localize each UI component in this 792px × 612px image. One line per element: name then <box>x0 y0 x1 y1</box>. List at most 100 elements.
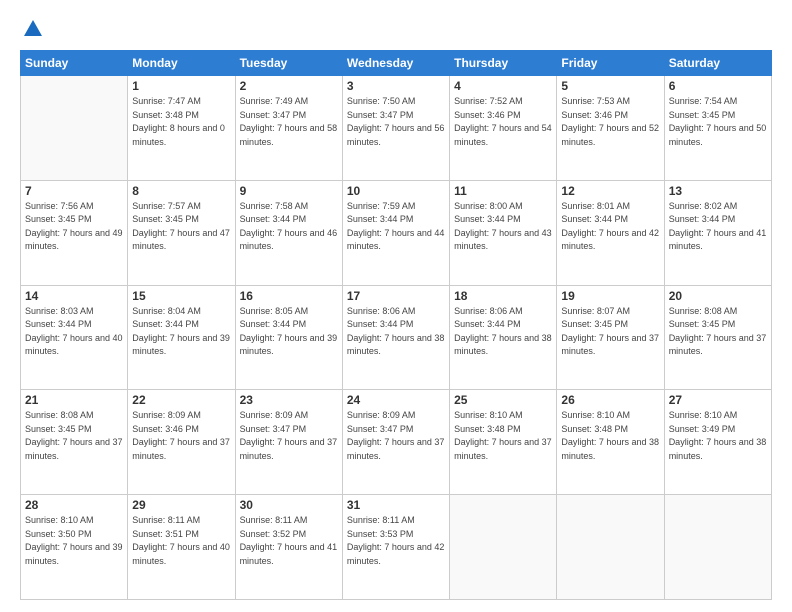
day-info: Sunrise: 8:04 AMSunset: 3:44 PMDaylight:… <box>132 306 230 357</box>
day-number: 14 <box>25 289 123 303</box>
day-info: Sunrise: 8:03 AMSunset: 3:44 PMDaylight:… <box>25 306 123 357</box>
day-cell: 6 Sunrise: 7:54 AMSunset: 3:45 PMDaylight… <box>664 76 771 181</box>
day-info: Sunrise: 7:56 AMSunset: 3:45 PMDaylight:… <box>25 201 123 252</box>
day-number: 23 <box>240 393 338 407</box>
day-info: Sunrise: 8:00 AMSunset: 3:44 PMDaylight:… <box>454 201 552 252</box>
day-number: 1 <box>132 79 230 93</box>
day-info: Sunrise: 7:54 AMSunset: 3:45 PMDaylight:… <box>669 96 767 147</box>
day-cell: 19Sunrise: 8:07 AMSunset: 3:45 PMDayligh… <box>557 285 664 390</box>
day-cell: 9 Sunrise: 7:58 AMSunset: 3:44 PMDaylight… <box>235 180 342 285</box>
day-cell <box>21 76 128 181</box>
day-number: 15 <box>132 289 230 303</box>
day-number: 2 <box>240 79 338 93</box>
day-info: Sunrise: 8:10 AMSunset: 3:48 PMDaylight:… <box>454 410 552 461</box>
day-info: Sunrise: 8:11 AMSunset: 3:52 PMDaylight:… <box>240 515 338 566</box>
day-cell: 29 Sunrise: 8:11 AMSunset: 3:51 PMDayligh… <box>128 495 235 600</box>
day-info: Sunrise: 7:53 AMSunset: 3:46 PMDaylight:… <box>561 96 659 147</box>
day-info: Sunrise: 8:01 AMSunset: 3:44 PMDaylight:… <box>561 201 659 252</box>
day-number: 3 <box>347 79 445 93</box>
day-cell: 27 Sunrise: 8:10 AMSunset: 3:49 PMDayligh… <box>664 390 771 495</box>
col-header-tuesday: Tuesday <box>235 51 342 76</box>
day-cell: 5 Sunrise: 7:53 AMSunset: 3:46 PMDaylight… <box>557 76 664 181</box>
day-number: 12 <box>561 184 659 198</box>
col-header-saturday: Saturday <box>664 51 771 76</box>
day-info: Sunrise: 7:58 AMSunset: 3:44 PMDaylight:… <box>240 201 338 252</box>
day-cell: 25Sunrise: 8:10 AMSunset: 3:48 PMDayligh… <box>450 390 557 495</box>
day-cell: 21Sunrise: 8:08 AMSunset: 3:45 PMDayligh… <box>21 390 128 495</box>
day-cell: 14 Sunrise: 8:03 AMSunset: 3:44 PMDayligh… <box>21 285 128 390</box>
day-info: Sunrise: 8:10 AMSunset: 3:50 PMDaylight:… <box>25 515 123 566</box>
col-header-monday: Monday <box>128 51 235 76</box>
day-number: 11 <box>454 184 552 198</box>
day-info: Sunrise: 8:11 AMSunset: 3:51 PMDaylight:… <box>132 515 230 566</box>
col-header-sunday: Sunday <box>21 51 128 76</box>
day-cell: 24Sunrise: 8:09 AMSunset: 3:47 PMDayligh… <box>342 390 449 495</box>
day-number: 10 <box>347 184 445 198</box>
day-info: Sunrise: 7:50 AMSunset: 3:47 PMDaylight:… <box>347 96 445 147</box>
day-info: Sunrise: 8:06 AMSunset: 3:44 PMDaylight:… <box>454 306 552 357</box>
day-number: 24 <box>347 393 445 407</box>
day-info: Sunrise: 8:07 AMSunset: 3:45 PMDaylight:… <box>561 306 659 357</box>
day-number: 28 <box>25 498 123 512</box>
logo-icon <box>22 18 44 40</box>
day-cell: 18 Sunrise: 8:06 AMSunset: 3:44 PMDayligh… <box>450 285 557 390</box>
day-number: 9 <box>240 184 338 198</box>
header <box>20 18 772 40</box>
calendar-table: SundayMondayTuesdayWednesdayThursdayFrid… <box>20 50 772 600</box>
day-number: 7 <box>25 184 123 198</box>
day-info: Sunrise: 8:09 AMSunset: 3:47 PMDaylight:… <box>240 410 338 461</box>
day-cell: 30Sunrise: 8:11 AMSunset: 3:52 PMDayligh… <box>235 495 342 600</box>
day-cell <box>450 495 557 600</box>
day-number: 17 <box>347 289 445 303</box>
col-header-wednesday: Wednesday <box>342 51 449 76</box>
day-cell: 10 Sunrise: 7:59 AMSunset: 3:44 PMDayligh… <box>342 180 449 285</box>
day-number: 29 <box>132 498 230 512</box>
week-row-1: 1 Sunrise: 7:47 AMSunset: 3:48 PMDaylight… <box>21 76 772 181</box>
day-info: Sunrise: 8:06 AMSunset: 3:44 PMDaylight:… <box>347 306 445 357</box>
day-info: Sunrise: 8:08 AMSunset: 3:45 PMDaylight:… <box>25 410 123 461</box>
day-cell: 4Sunrise: 7:52 AMSunset: 3:46 PMDaylight… <box>450 76 557 181</box>
page: SundayMondayTuesdayWednesdayThursdayFrid… <box>0 0 792 612</box>
day-number: 20 <box>669 289 767 303</box>
day-cell: 28 Sunrise: 8:10 AMSunset: 3:50 PMDayligh… <box>21 495 128 600</box>
day-info: Sunrise: 7:49 AMSunset: 3:47 PMDaylight:… <box>240 96 338 147</box>
week-row-5: 28 Sunrise: 8:10 AMSunset: 3:50 PMDayligh… <box>21 495 772 600</box>
day-cell: 17 Sunrise: 8:06 AMSunset: 3:44 PMDayligh… <box>342 285 449 390</box>
day-cell: 2 Sunrise: 7:49 AMSunset: 3:47 PMDaylight… <box>235 76 342 181</box>
day-number: 5 <box>561 79 659 93</box>
logo <box>20 18 44 40</box>
day-cell: 16 Sunrise: 8:05 AMSunset: 3:44 PMDayligh… <box>235 285 342 390</box>
day-info: Sunrise: 8:10 AMSunset: 3:48 PMDaylight:… <box>561 410 659 461</box>
day-cell: 7 Sunrise: 7:56 AMSunset: 3:45 PMDaylight… <box>21 180 128 285</box>
day-number: 22 <box>132 393 230 407</box>
day-number: 8 <box>132 184 230 198</box>
day-info: Sunrise: 8:11 AMSunset: 3:53 PMDaylight:… <box>347 515 445 566</box>
day-number: 16 <box>240 289 338 303</box>
day-number: 18 <box>454 289 552 303</box>
week-row-4: 21Sunrise: 8:08 AMSunset: 3:45 PMDayligh… <box>21 390 772 495</box>
day-cell: 15 Sunrise: 8:04 AMSunset: 3:44 PMDayligh… <box>128 285 235 390</box>
day-cell <box>557 495 664 600</box>
day-cell: 8 Sunrise: 7:57 AMSunset: 3:45 PMDaylight… <box>128 180 235 285</box>
day-info: Sunrise: 7:57 AMSunset: 3:45 PMDaylight:… <box>132 201 230 252</box>
day-number: 31 <box>347 498 445 512</box>
col-header-friday: Friday <box>557 51 664 76</box>
week-row-2: 7 Sunrise: 7:56 AMSunset: 3:45 PMDaylight… <box>21 180 772 285</box>
col-header-thursday: Thursday <box>450 51 557 76</box>
day-number: 27 <box>669 393 767 407</box>
day-info: Sunrise: 8:02 AMSunset: 3:44 PMDaylight:… <box>669 201 767 252</box>
week-row-3: 14 Sunrise: 8:03 AMSunset: 3:44 PMDayligh… <box>21 285 772 390</box>
day-cell: 1 Sunrise: 7:47 AMSunset: 3:48 PMDaylight… <box>128 76 235 181</box>
day-info: Sunrise: 7:47 AMSunset: 3:48 PMDaylight:… <box>132 96 225 147</box>
day-number: 6 <box>669 79 767 93</box>
day-cell: 26 Sunrise: 8:10 AMSunset: 3:48 PMDayligh… <box>557 390 664 495</box>
header-row: SundayMondayTuesdayWednesdayThursdayFrid… <box>21 51 772 76</box>
day-info: Sunrise: 8:10 AMSunset: 3:49 PMDaylight:… <box>669 410 767 461</box>
day-cell: 23 Sunrise: 8:09 AMSunset: 3:47 PMDayligh… <box>235 390 342 495</box>
day-info: Sunrise: 7:59 AMSunset: 3:44 PMDaylight:… <box>347 201 445 252</box>
day-number: 13 <box>669 184 767 198</box>
day-number: 26 <box>561 393 659 407</box>
day-info: Sunrise: 8:09 AMSunset: 3:46 PMDaylight:… <box>132 410 230 461</box>
day-info: Sunrise: 8:05 AMSunset: 3:44 PMDaylight:… <box>240 306 338 357</box>
day-info: Sunrise: 7:52 AMSunset: 3:46 PMDaylight:… <box>454 96 552 147</box>
